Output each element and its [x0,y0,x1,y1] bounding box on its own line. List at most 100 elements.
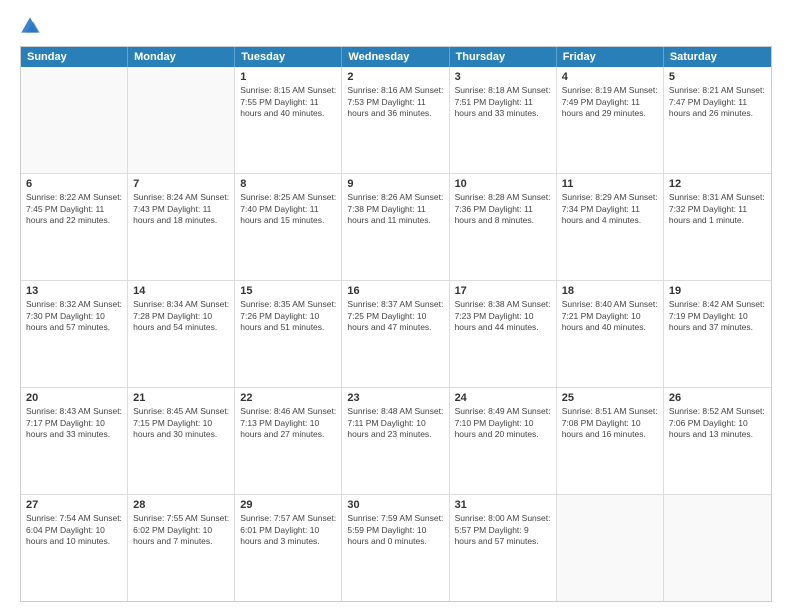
header-day-sunday: Sunday [21,47,128,67]
day-cell-22: 22Sunrise: 8:46 AM Sunset: 7:13 PM Dayli… [235,388,342,494]
day-number: 23 [347,391,443,405]
day-cell-9: 9Sunrise: 8:26 AM Sunset: 7:38 PM Daylig… [342,174,449,280]
day-number: 28 [133,498,229,512]
day-number: 30 [347,498,443,512]
day-number: 17 [455,284,551,298]
header-day-monday: Monday [128,47,235,67]
day-cell-1: 1Sunrise: 8:15 AM Sunset: 7:55 PM Daylig… [235,67,342,173]
day-number: 11 [562,177,658,191]
day-cell-26: 26Sunrise: 8:52 AM Sunset: 7:06 PM Dayli… [664,388,771,494]
day-info: Sunrise: 8:31 AM Sunset: 7:32 PM Dayligh… [669,192,766,226]
day-number: 4 [562,70,658,84]
calendar-row-3: 20Sunrise: 8:43 AM Sunset: 7:17 PM Dayli… [21,388,771,495]
day-info: Sunrise: 7:55 AM Sunset: 6:02 PM Dayligh… [133,513,229,547]
day-info: Sunrise: 7:59 AM Sunset: 5:59 PM Dayligh… [347,513,443,547]
header-day-thursday: Thursday [450,47,557,67]
day-info: Sunrise: 8:25 AM Sunset: 7:40 PM Dayligh… [240,192,336,226]
day-number: 7 [133,177,229,191]
day-info: Sunrise: 8:18 AM Sunset: 7:51 PM Dayligh… [455,85,551,119]
day-cell-2: 2Sunrise: 8:16 AM Sunset: 7:53 PM Daylig… [342,67,449,173]
logo-area [20,16,48,36]
day-info: Sunrise: 8:19 AM Sunset: 7:49 PM Dayligh… [562,85,658,119]
empty-cell [664,495,771,601]
header-day-saturday: Saturday [664,47,771,67]
day-info: Sunrise: 8:38 AM Sunset: 7:23 PM Dayligh… [455,299,551,333]
day-number: 21 [133,391,229,405]
day-info: Sunrise: 8:29 AM Sunset: 7:34 PM Dayligh… [562,192,658,226]
day-number: 25 [562,391,658,405]
day-cell-11: 11Sunrise: 8:29 AM Sunset: 7:34 PM Dayli… [557,174,664,280]
day-info: Sunrise: 8:21 AM Sunset: 7:47 PM Dayligh… [669,85,766,119]
logo [20,16,48,36]
day-number: 2 [347,70,443,84]
calendar-row-1: 6Sunrise: 8:22 AM Sunset: 7:45 PM Daylig… [21,174,771,281]
day-info: Sunrise: 7:57 AM Sunset: 6:01 PM Dayligh… [240,513,336,547]
header-day-wednesday: Wednesday [342,47,449,67]
day-number: 10 [455,177,551,191]
day-info: Sunrise: 8:24 AM Sunset: 7:43 PM Dayligh… [133,192,229,226]
day-info: Sunrise: 8:43 AM Sunset: 7:17 PM Dayligh… [26,406,122,440]
day-cell-4: 4Sunrise: 8:19 AM Sunset: 7:49 PM Daylig… [557,67,664,173]
calendar-body: 1Sunrise: 8:15 AM Sunset: 7:55 PM Daylig… [21,67,771,601]
day-info: Sunrise: 8:46 AM Sunset: 7:13 PM Dayligh… [240,406,336,440]
day-number: 18 [562,284,658,298]
day-cell-3: 3Sunrise: 8:18 AM Sunset: 7:51 PM Daylig… [450,67,557,173]
day-info: Sunrise: 8:40 AM Sunset: 7:21 PM Dayligh… [562,299,658,333]
header [20,16,772,36]
day-info: Sunrise: 8:45 AM Sunset: 7:15 PM Dayligh… [133,406,229,440]
day-info: Sunrise: 7:54 AM Sunset: 6:04 PM Dayligh… [26,513,122,547]
day-number: 8 [240,177,336,191]
day-cell-31: 31Sunrise: 8:00 AM Sunset: 5:57 PM Dayli… [450,495,557,601]
day-cell-27: 27Sunrise: 7:54 AM Sunset: 6:04 PM Dayli… [21,495,128,601]
calendar: SundayMondayTuesdayWednesdayThursdayFrid… [20,46,772,602]
day-info: Sunrise: 8:22 AM Sunset: 7:45 PM Dayligh… [26,192,122,226]
day-number: 20 [26,391,122,405]
day-number: 13 [26,284,122,298]
calendar-row-4: 27Sunrise: 7:54 AM Sunset: 6:04 PM Dayli… [21,495,771,601]
day-cell-24: 24Sunrise: 8:49 AM Sunset: 7:10 PM Dayli… [450,388,557,494]
day-number: 3 [455,70,551,84]
calendar-header: SundayMondayTuesdayWednesdayThursdayFrid… [21,47,771,67]
day-cell-15: 15Sunrise: 8:35 AM Sunset: 7:26 PM Dayli… [235,281,342,387]
day-cell-12: 12Sunrise: 8:31 AM Sunset: 7:32 PM Dayli… [664,174,771,280]
day-cell-13: 13Sunrise: 8:32 AM Sunset: 7:30 PM Dayli… [21,281,128,387]
day-cell-20: 20Sunrise: 8:43 AM Sunset: 7:17 PM Dayli… [21,388,128,494]
day-number: 19 [669,284,766,298]
day-info: Sunrise: 8:15 AM Sunset: 7:55 PM Dayligh… [240,85,336,119]
day-number: 9 [347,177,443,191]
day-number: 22 [240,391,336,405]
day-cell-17: 17Sunrise: 8:38 AM Sunset: 7:23 PM Dayli… [450,281,557,387]
day-number: 12 [669,177,766,191]
day-number: 1 [240,70,336,84]
day-cell-21: 21Sunrise: 8:45 AM Sunset: 7:15 PM Dayli… [128,388,235,494]
day-cell-25: 25Sunrise: 8:51 AM Sunset: 7:08 PM Dayli… [557,388,664,494]
day-number: 16 [347,284,443,298]
logo-icon [20,16,40,36]
day-info: Sunrise: 8:48 AM Sunset: 7:11 PM Dayligh… [347,406,443,440]
day-info: Sunrise: 8:28 AM Sunset: 7:36 PM Dayligh… [455,192,551,226]
empty-cell [557,495,664,601]
page: SundayMondayTuesdayWednesdayThursdayFrid… [0,0,792,612]
day-cell-18: 18Sunrise: 8:40 AM Sunset: 7:21 PM Dayli… [557,281,664,387]
day-cell-14: 14Sunrise: 8:34 AM Sunset: 7:28 PM Dayli… [128,281,235,387]
day-cell-19: 19Sunrise: 8:42 AM Sunset: 7:19 PM Dayli… [664,281,771,387]
day-info: Sunrise: 8:34 AM Sunset: 7:28 PM Dayligh… [133,299,229,333]
calendar-row-0: 1Sunrise: 8:15 AM Sunset: 7:55 PM Daylig… [21,67,771,174]
empty-cell [21,67,128,173]
day-cell-6: 6Sunrise: 8:22 AM Sunset: 7:45 PM Daylig… [21,174,128,280]
day-info: Sunrise: 8:26 AM Sunset: 7:38 PM Dayligh… [347,192,443,226]
day-cell-30: 30Sunrise: 7:59 AM Sunset: 5:59 PM Dayli… [342,495,449,601]
day-number: 6 [26,177,122,191]
header-day-tuesday: Tuesday [235,47,342,67]
day-number: 5 [669,70,766,84]
empty-cell [128,67,235,173]
day-info: Sunrise: 8:52 AM Sunset: 7:06 PM Dayligh… [669,406,766,440]
header-day-friday: Friday [557,47,664,67]
day-info: Sunrise: 8:49 AM Sunset: 7:10 PM Dayligh… [455,406,551,440]
day-info: Sunrise: 8:00 AM Sunset: 5:57 PM Dayligh… [455,513,551,547]
calendar-row-2: 13Sunrise: 8:32 AM Sunset: 7:30 PM Dayli… [21,281,771,388]
day-number: 14 [133,284,229,298]
day-cell-5: 5Sunrise: 8:21 AM Sunset: 7:47 PM Daylig… [664,67,771,173]
day-cell-8: 8Sunrise: 8:25 AM Sunset: 7:40 PM Daylig… [235,174,342,280]
day-cell-10: 10Sunrise: 8:28 AM Sunset: 7:36 PM Dayli… [450,174,557,280]
